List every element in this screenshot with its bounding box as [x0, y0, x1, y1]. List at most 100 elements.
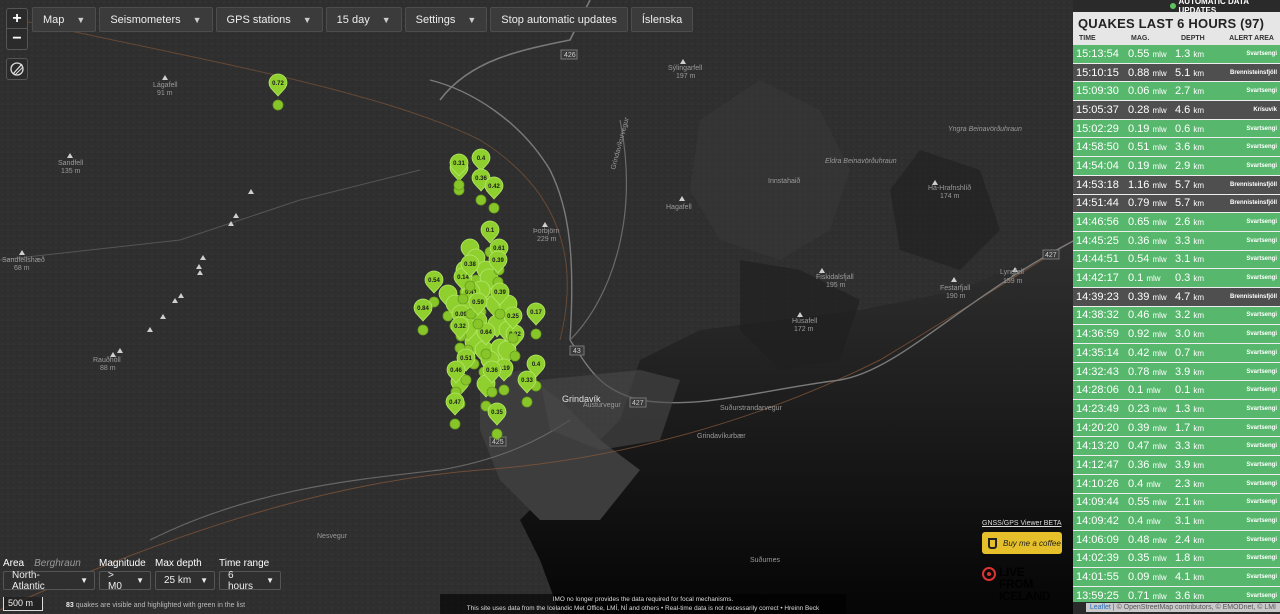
record-icon: [982, 567, 996, 581]
quake-magnitude: 0.42 mlw: [1128, 346, 1167, 359]
quake-depth: 1.3 km: [1175, 47, 1205, 60]
quake-alert-area: Svartsengi: [1246, 518, 1277, 525]
stop-updates-label: Stop automatic updates: [501, 13, 617, 26]
quake-marker-label: 0.36: [475, 176, 487, 182]
quake-magnitude: 0.71 mlw: [1128, 589, 1167, 602]
leaflet-link[interactable]: Leaflet: [1090, 604, 1111, 611]
chevron-down-icon: ▼: [80, 576, 88, 585]
gnss-viewer-link[interactable]: GNSS/GPS Viewer BETA: [982, 520, 1062, 527]
quake-row[interactable]: 14:32:43 0.78 mlw 3.9 km Svartsengi: [1073, 362, 1280, 382]
quake-row[interactable]: 14:12:47 0.36 mlw 3.9 km Svartsengi: [1073, 456, 1280, 475]
quake-row[interactable]: 14:23:49 0.23 mlw 1.3 km Svartsengi: [1073, 400, 1280, 419]
quake-time: 14:13:20: [1076, 440, 1119, 453]
gps-dropdown-label: GPS stations: [226, 13, 291, 26]
quake-time: 14:54:04: [1076, 159, 1119, 172]
quake-alert-area: Svartsengi: [1246, 443, 1277, 450]
quake-row[interactable]: 14:38:32 0.46 mlw 3.2 km Svartsengi: [1073, 306, 1280, 326]
quake-row[interactable]: 14:02:39 0.35 mlw 1.8 km Svartsengi: [1073, 549, 1280, 569]
buy-coffee-button[interactable]: Buy me a coffee: [982, 532, 1062, 554]
road-426-shield: 426: [564, 52, 576, 59]
quake-magnitude: 0.35 mlw: [1128, 552, 1167, 565]
quake-row[interactable]: 14:28:06 0.1 mlw 0.1 km Svartsengi: [1073, 381, 1280, 401]
quake-depth: 3.6 km: [1175, 589, 1205, 602]
quake-magnitude: 0.92 mlw: [1128, 328, 1167, 341]
quake-depth: 3.3 km: [1175, 234, 1205, 247]
quake-alert-area: Svartsengi: [1246, 574, 1277, 581]
quake-row[interactable]: 14:36:59 0.92 mlw 3.0 km Svartsengi: [1073, 325, 1280, 344]
quake-row[interactable]: 14:09:44 0.55 mlw 2.1 km Svartsengi: [1073, 493, 1280, 513]
quake-row[interactable]: 14:39:23 0.39 mlw 4.7 km Brennisteinsfjöll: [1073, 287, 1280, 307]
quake-row[interactable]: 14:01:55 0.09 mlw 4.1 km Svartsengi: [1073, 568, 1280, 587]
quake-time: 15:13:54: [1076, 47, 1119, 60]
quake-row[interactable]: 14:51:44 0.79 mlw 5.7 km Brennisteinsfjöll: [1073, 194, 1280, 214]
settings-dropdown[interactable]: Settings ▼: [404, 7, 488, 32]
draw-icon: [10, 62, 24, 76]
chevron-down-icon: ▼: [381, 14, 391, 25]
quake-marker-label: 0.25: [507, 314, 519, 320]
imo-notice: IMO no longer provides the data required…: [440, 594, 846, 614]
language-button[interactable]: Íslenska: [630, 7, 694, 32]
quake-row[interactable]: 15:13:54 0.55 mlw 1.3 km Svartsengi: [1073, 45, 1280, 64]
quake-time: 14:39:23: [1076, 290, 1119, 303]
quake-depth: 5.7 km: [1175, 197, 1205, 210]
quake-time: 14:32:43: [1076, 365, 1119, 378]
quake-time: 15:09:30: [1076, 85, 1119, 98]
quake-row[interactable]: 15:02:29 0.19 mlw 0.6 km Svartsengi: [1073, 119, 1280, 139]
quake-row[interactable]: 14:35:14 0.42 mlw 0.7 km Svartsengi: [1073, 344, 1280, 363]
range-select[interactable]: 6 hours ▼: [219, 570, 281, 592]
magnitude-select[interactable]: > M0 ▼: [99, 570, 151, 592]
quake-row[interactable]: 14:54:04 0.19 mlw 2.9 km Svartsengi: [1073, 157, 1280, 176]
quake-magnitude: 0.36 mlw: [1128, 458, 1167, 471]
imo-notice-line1: IMO no longer provides the data required…: [552, 596, 734, 603]
stop-updates-button[interactable]: Stop automatic updates: [490, 7, 628, 32]
quake-list-rows: 15:13:54 0.55 mlw 1.3 km Svartsengi 15:10:15…: [1073, 45, 1280, 602]
place-festarfjall-elev: 190 m: [946, 293, 966, 300]
quake-row[interactable]: 15:05:37 0.28 mlw 4.6 km Krísuvík: [1073, 101, 1280, 120]
header-alert-area: ALERT AREA: [1229, 35, 1274, 42]
seismometers-dropdown[interactable]: Seismometers ▼: [99, 7, 213, 32]
depth-select[interactable]: 25 km ▼: [155, 571, 215, 590]
quake-depth: 3.1 km: [1175, 515, 1205, 528]
area-select[interactable]: North-Atlantic ▼: [3, 570, 95, 592]
place-innstahaid: Innstahaið: [768, 177, 800, 185]
quake-row[interactable]: 14:46:56 0.65 mlw 2.6 km Svartsengi: [1073, 213, 1280, 232]
quake-row[interactable]: 14:09:42 0.4 mlw 3.1 km Svartsengi: [1073, 512, 1280, 531]
quake-row[interactable]: 15:09:30 0.06 mlw 2.7 km Svartsengi: [1073, 82, 1280, 102]
zoom-in-button[interactable]: +: [7, 9, 27, 29]
map-dropdown[interactable]: Map ▼: [32, 7, 97, 32]
place-sandfell: Sandfell: [58, 160, 84, 167]
quake-magnitude: 0.4 mlw: [1128, 477, 1161, 490]
quake-row[interactable]: 14:13:20 0.47 mlw 3.3 km Svartsengi: [1073, 437, 1280, 457]
quake-row[interactable]: 14:06:09 0.48 mlw 2.4 km Svartsengi: [1073, 530, 1280, 550]
quake-row[interactable]: 14:42:17 0.1 mlw 0.3 km Svartsengi: [1073, 269, 1280, 288]
quake-alert-area: Svartsengi: [1246, 349, 1277, 356]
top-toolbar: Map ▼ Seismometers ▼ GPS stations ▼ 15 day ▼…: [32, 7, 694, 32]
period-dropdown[interactable]: 15 day ▼: [325, 7, 402, 32]
quake-marker-label: 0.17: [530, 310, 542, 316]
quake-depth: 2.7 km: [1175, 85, 1205, 98]
quake-row[interactable]: 14:20:20 0.39 mlw 1.7 km Svartsengi: [1073, 418, 1280, 438]
chevron-down-icon: ▼: [467, 14, 477, 25]
quake-row[interactable]: 14:10:26 0.4 mlw 2.3 km Svartsengi: [1073, 474, 1280, 494]
zoom-out-button[interactable]: −: [7, 29, 27, 49]
quake-marker-label: 0.32: [454, 324, 466, 330]
quake-row[interactable]: 13:59:25 0.71 mlw 3.6 km Svartsengi: [1073, 586, 1280, 602]
quake-depth: 2.9 km: [1175, 159, 1205, 172]
draw-tool-button[interactable]: [6, 58, 28, 80]
quake-time: 14:42:17: [1076, 272, 1119, 285]
quake-alert-area: Brennisteinsfjöll: [1229, 69, 1277, 76]
gps-stations-dropdown[interactable]: GPS stations ▼: [215, 7, 323, 32]
quake-row[interactable]: 14:45:25 0.36 mlw 3.3 km Svartsengi: [1073, 231, 1280, 251]
quake-row[interactable]: 15:10:15 0.88 mlw 5.1 km Brennisteinsfjöll: [1073, 63, 1280, 83]
road-austurvegur: Austurvegur: [583, 402, 621, 409]
quake-alert-area: Svartsengi: [1246, 368, 1277, 375]
live-from-iceland-logo[interactable]: LIVE FROM ICELAND: [982, 566, 1051, 602]
quake-row[interactable]: 14:44:51 0.54 mlw 3.1 km Svartsengi: [1073, 250, 1280, 270]
quake-row[interactable]: 14:58:50 0.51 mlw 3.6 km Svartsengi: [1073, 138, 1280, 158]
quake-alert-area: Svartsengi: [1246, 387, 1277, 394]
quake-depth: 0.3 km: [1175, 272, 1205, 285]
quake-depth: 3.0 km: [1175, 328, 1205, 341]
place-sandfell-elev: 135 m: [61, 168, 81, 175]
quake-magnitude: 0.88 mlw: [1128, 66, 1167, 79]
quake-row[interactable]: 14:53:18 1.16 mlw 5.7 km Brennisteinsfjöll: [1073, 175, 1280, 195]
